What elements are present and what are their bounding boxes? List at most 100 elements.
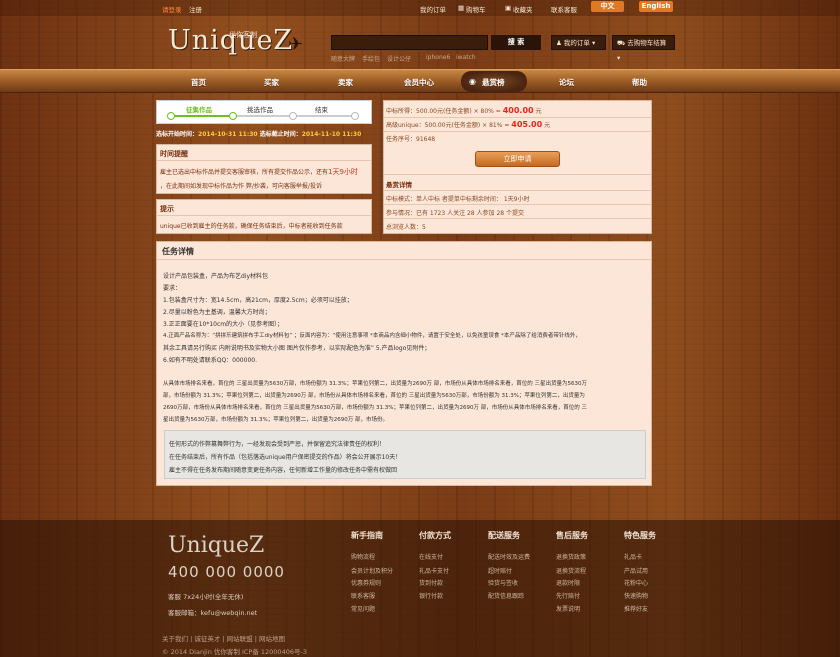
task-detail-title: 任务详情 — [162, 247, 194, 256]
footer-link[interactable]: 推荐好友 — [624, 604, 648, 613]
footer-link[interactable]: 产品试用 — [624, 566, 648, 575]
step-dot-4 — [351, 112, 359, 120]
apply-button[interactable]: 立即申请 — [475, 151, 560, 167]
register-link[interactable]: 注册 — [189, 4, 202, 14]
footer-link[interactable]: 验货与签收 — [488, 578, 518, 587]
hot-word[interactable]: 手绘包 — [362, 54, 380, 63]
footer-logo: UniqueZ — [168, 533, 265, 558]
lang-zh-button[interactable]: 中文 — [591, 1, 624, 12]
footer-link[interactable]: 发票说明 — [556, 604, 580, 613]
footer-email: 客服邮箱：kefu@webqin.net — [168, 609, 258, 617]
nav-item-member[interactable]: 会员中心 — [404, 77, 434, 88]
search-input[interactable] — [331, 35, 488, 50]
header-my-orders-button[interactable]: ♟ 我的订单 ▾ — [551, 35, 606, 50]
hot-word[interactable]: iwatch — [456, 54, 476, 61]
reward-unit-2: 元 — [544, 122, 551, 129]
footer-link[interactable]: 会员计划及积分 — [351, 566, 393, 575]
mascot-icon: ✈ — [288, 34, 304, 55]
footer-link[interactable]: 常见问题 — [351, 604, 375, 613]
hot-word[interactable]: iphone6 — [426, 54, 450, 61]
nav-item-seller[interactable]: 卖家 — [338, 77, 353, 88]
detail-paragraph-line: 星出货量为5630万部，市场份额为 31.3%；苹果位列第二，出货量为2690万… — [163, 417, 388, 423]
favorites-link[interactable]: 收藏夹 — [513, 4, 533, 14]
detail-line: 2.尽量以粉色为主基调，温馨大方时尚； — [163, 309, 271, 316]
lang-en-button[interactable]: English — [639, 1, 673, 12]
footer-link[interactable]: 礼品卡 — [624, 552, 642, 561]
bounty-participation: 参与情况：已有 1723 人关注 28 人参加 28 个提交 — [386, 210, 524, 217]
detail-line: 要求： — [163, 285, 182, 292]
login-link[interactable]: 请登录 — [162, 4, 182, 14]
detail-line: 其余工具请另行购买 内附说明书及实物大小图 图片仅作参考，以实际配色为准” 5.… — [163, 345, 431, 352]
top-bar: 请登录 注册 我的订单 ▦ 购物车 ▣ 收藏夹 联系客服 中文 English — [0, 0, 840, 16]
tip-title: 提示 — [160, 205, 174, 213]
footer-link[interactable]: 退换货流程 — [556, 566, 586, 575]
nav-item-home[interactable]: 首页 — [191, 77, 206, 88]
divider — [157, 215, 371, 216]
footer-col-title: 特色服务 — [624, 531, 656, 540]
step-line-done — [173, 115, 233, 117]
hot-word[interactable]: 设计公仔 — [387, 54, 411, 63]
footer-link[interactable]: 联系客服 — [351, 591, 375, 600]
my-orders-link[interactable]: 我的订单 — [420, 4, 446, 14]
footer-link[interactable]: 花粉中心 — [624, 578, 648, 587]
footer-link[interactable]: 货到付款 — [419, 578, 443, 587]
detail-paragraph-line: 2690万部，市场份从具体市场排名来看，首位的 三星出货量为5630万部，市场份… — [163, 405, 587, 411]
footer-link[interactable]: 超时赔付 — [488, 566, 512, 575]
footer-link[interactable]: 退换货政策 — [556, 552, 586, 561]
divider — [157, 160, 371, 161]
footer-link[interactable]: 配货信息跟踪 — [488, 591, 524, 600]
divider — [384, 174, 651, 175]
header-cart-button[interactable]: ⛟ 去购物车结算 ▾ — [612, 35, 675, 62]
contact-link[interactable]: 联系客服 — [551, 4, 577, 14]
footer-col-title: 付款方式 — [419, 531, 451, 540]
hot-word[interactable]: 随意大牌 — [331, 54, 355, 63]
nav-item-bounty[interactable]: 悬赏榜 — [482, 77, 505, 88]
reward-line-1: 中标所得：500.00元(任务金额) × 80% = 400.00 元 — [386, 106, 542, 115]
footer-col-title: 新手指南 — [351, 531, 383, 540]
notice-line: 任何形式的作弊篡舞弊行为，一经发现会受到严惩，并保留追究法律责任的权利！ — [169, 441, 386, 448]
footer-link[interactable]: 在线支付 — [419, 552, 443, 561]
reward-value-2: 405.00 — [511, 120, 543, 129]
footer-bottom-links[interactable]: 关于我们 | 诚征英才 | 网站联盟 | 网站地图 — [162, 633, 285, 643]
footer-link[interactable]: 礼品卡支付 — [419, 566, 449, 575]
site-slogan: 优你客制 — [229, 31, 257, 39]
header-cart-label: 去购物车结算 — [627, 39, 667, 47]
footer-link[interactable]: 先行赔付 — [556, 591, 580, 600]
footer-col-title: 配送服务 — [488, 531, 520, 540]
footer-link[interactable]: 配送时效及运费 — [488, 552, 530, 561]
reminder-line-2: ，在此期间如发现中标作品为作 弊/抄袭，可向客服举报/投诉 — [160, 183, 322, 190]
step-select: 挑选作品 — [247, 106, 273, 114]
user-icon: ♟ — [556, 39, 562, 47]
search-button[interactable]: 搜 索 — [491, 35, 541, 50]
footer-col-title: 售后服务 — [556, 531, 588, 540]
footer-phone: 400 000 0000 — [168, 563, 285, 581]
header-my-orders-label: 我的订单 — [563, 39, 590, 47]
nav-item-buyer[interactable]: 买家 — [264, 77, 279, 88]
progress-steps: 征集作品 挑选作品 结束 — [156, 100, 372, 124]
divider — [384, 204, 651, 205]
detail-line: 设计产品包装盒，产品为布艺diy材料包 — [163, 273, 269, 280]
cart-icon: ▦ — [458, 4, 465, 12]
main-nav: 首页 买家 卖家 会员中心 ◉ 悬赏榜 论坛 帮助 — [0, 69, 840, 93]
footer-link[interactable]: 购物流程 — [351, 552, 375, 561]
footer-link[interactable]: 退款时限 — [556, 578, 580, 587]
task-number: 任务序号：91648 — [386, 136, 436, 143]
end-time-label: 选标截止时间： — [259, 131, 302, 138]
nav-item-forum[interactable]: 论坛 — [559, 77, 574, 88]
chevron-down-icon: ▾ — [591, 39, 596, 47]
footer-link[interactable]: 快速购物 — [624, 591, 648, 600]
detail-line: 4.正面产品名称为：“拼拼乐建筑拼布手工diy材料包” ；反面内容为：“使用注意… — [163, 333, 581, 339]
step-collect: 征集作品 — [186, 106, 212, 114]
notice-line: 在任务结束后，所有作品（包括落选unique用户保密提交的作品）将会公开展示10… — [169, 454, 402, 461]
cart-link[interactable]: 购物车 — [466, 4, 486, 14]
reminder-line-1: 雇主已选出中标作品并提交客服审核，所有提交作品公示，还有1天9小时 — [160, 167, 358, 177]
nav-item-help[interactable]: 帮助 — [632, 77, 647, 88]
bounty-info-title: 悬赏详情 — [386, 181, 412, 189]
footer-link[interactable]: 银行付款 — [419, 591, 443, 600]
detail-line: 1.包装盒尺寸为：宽14.5cm，高21cm，厚度2.5cm；必须可以挂放； — [163, 297, 353, 304]
rules-notice: 任何形式的作弊篡舞弊行为，一经发现会受到严惩，并保留追究法律责任的权利！ 在任务… — [164, 430, 646, 479]
reward-line-2-text: 高级unique：500.00元(任务金额) × 81% = — [386, 122, 510, 129]
footer-copyright: © 2014 Dianjin 优你客制 ICP备 12000406号-3 — [162, 648, 307, 656]
divider — [384, 117, 651, 118]
footer-link[interactable]: 优惠券规则 — [351, 578, 381, 587]
